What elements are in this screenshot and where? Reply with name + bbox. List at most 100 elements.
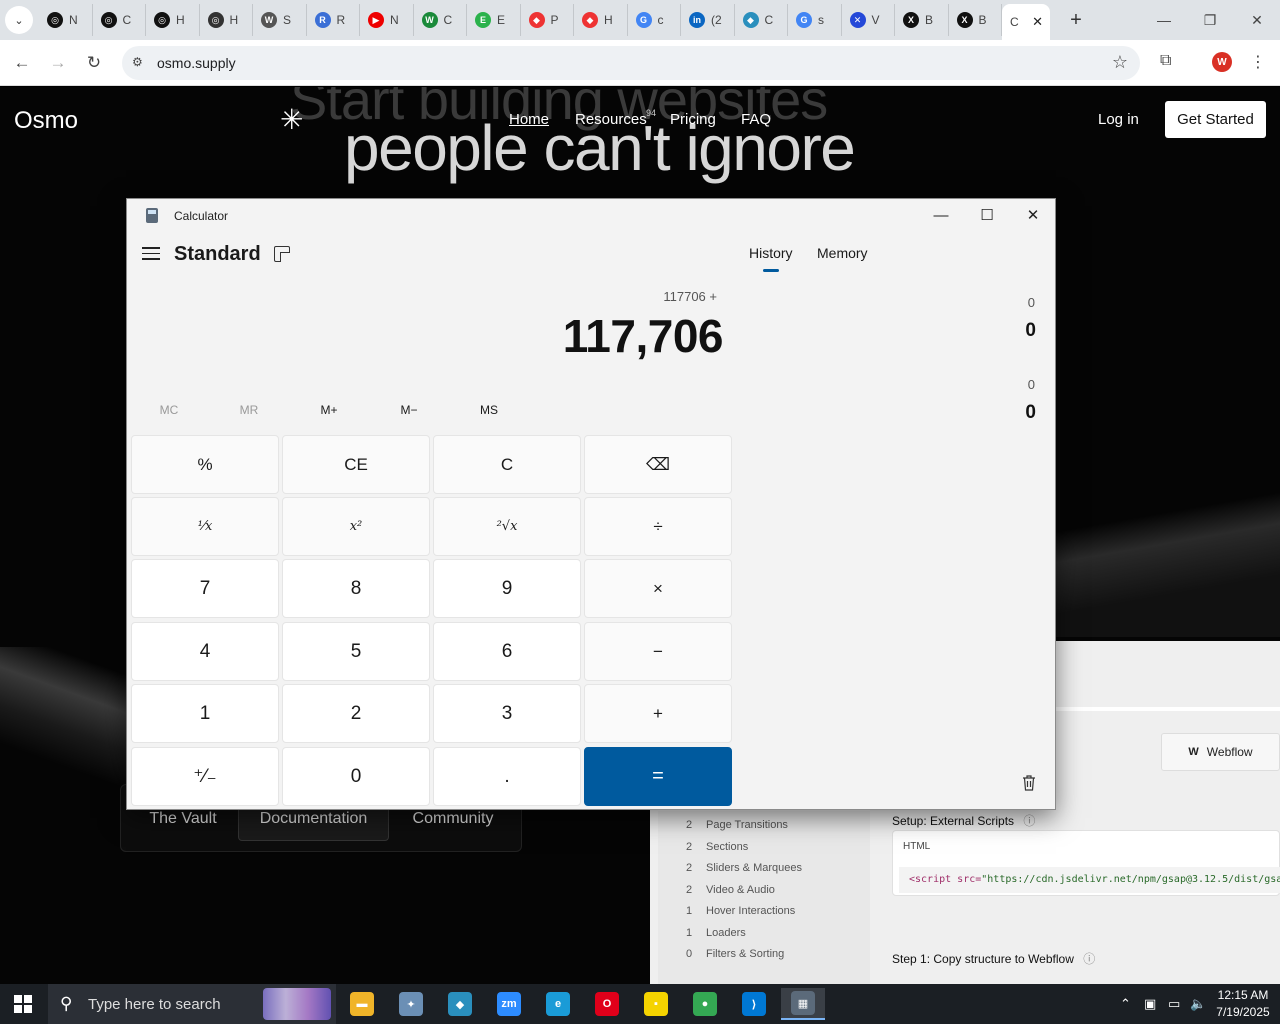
tab-history[interactable]: History <box>749 245 793 261</box>
digit-5-button[interactable]: 5 <box>282 622 430 681</box>
back-button[interactable]: ← <box>8 49 36 77</box>
calculator-titlebar[interactable]: Calculator — ☐ ✕ <box>127 199 1055 231</box>
browser-tab[interactable]: ◆ P <box>521 4 574 36</box>
taskbar-app-zoom[interactable]: zm <box>487 988 531 1020</box>
browser-tab[interactable]: ✕ V <box>842 4 895 36</box>
taskbar-app-chrome[interactable]: ● <box>683 988 727 1020</box>
digit-2-button[interactable]: 2 <box>282 684 430 743</box>
hamburger-menu-icon[interactable] <box>142 247 160 261</box>
backspace-button[interactable]: ⌫ <box>584 435 732 494</box>
doc-category-item[interactable]: 1 Loaders <box>658 927 870 943</box>
bookmark-star-icon[interactable]: ☆ <box>1112 52 1128 73</box>
memory-recall-button[interactable]: MR <box>209 403 289 417</box>
negate-button[interactable]: ⁺⁄₋ <box>131 747 279 806</box>
tab-memory[interactable]: Memory <box>817 245 868 261</box>
taskbar-clock[interactable]: 12:15 AM 7/19/2025 <box>1208 987 1278 1021</box>
decimal-button[interactable]: . <box>433 747 581 806</box>
browser-tab[interactable]: ◎ H <box>146 4 200 36</box>
memory-subtract-button[interactable]: M− <box>369 403 449 417</box>
volume-icon[interactable]: 🔈 <box>1190 996 1206 1012</box>
browser-tab[interactable]: ◎ C <box>93 4 146 36</box>
browser-tab[interactable]: ◎ N <box>39 4 93 36</box>
login-link[interactable]: Log in <box>1098 111 1139 128</box>
profile-avatar[interactable]: W <box>1212 52 1232 72</box>
memory-add-button[interactable]: M+ <box>289 403 369 417</box>
taskbar-app-file-explorer[interactable]: ▬ <box>340 988 384 1020</box>
divide-button[interactable]: ÷ <box>584 497 732 556</box>
browser-tab[interactable]: Gs <box>788 4 842 36</box>
calc-minimize-button[interactable]: — <box>918 199 964 231</box>
browser-tab[interactable]: RR <box>307 4 360 36</box>
digit-9-button[interactable]: 9 <box>433 559 581 618</box>
browser-menu-icon[interactable]: ⋮ <box>1250 52 1266 72</box>
browser-tab[interactable]: EE <box>467 4 521 36</box>
forward-button[interactable]: → <box>44 49 72 77</box>
digit-7-button[interactable]: 7 <box>131 559 279 618</box>
taskbar-app-calculator[interactable]: ▦ <box>781 988 825 1020</box>
multiply-button[interactable]: × <box>584 559 732 618</box>
digit-8-button[interactable]: 8 <box>282 559 430 618</box>
taskbar-app-edge[interactable]: e <box>536 988 580 1020</box>
doc-category-item[interactable]: 2 Page Transitions <box>658 819 870 835</box>
browser-tab[interactable]: WC <box>414 4 467 36</box>
doc-category-item[interactable]: 1 Hover Interactions <box>658 905 870 921</box>
browser-tab[interactable]: WS <box>253 4 307 36</box>
taskbar-search-box[interactable]: ⚲ Type here to search <box>48 984 336 1024</box>
digit-4-button[interactable]: 4 <box>131 622 279 681</box>
nav-pricing[interactable]: Pricing <box>670 111 716 128</box>
security-icon[interactable]: ▣ <box>1144 996 1156 1012</box>
browser-tab[interactable]: ◎ H <box>200 4 253 36</box>
new-tab-button[interactable]: + <box>1062 6 1090 34</box>
browser-tab[interactable]: ◆ C <box>735 4 788 36</box>
address-bar[interactable]: ⚙ osmo.supply ☆ <box>122 46 1140 80</box>
minus-button[interactable]: − <box>584 622 732 681</box>
browser-tab[interactable]: in (2 <box>681 4 735 36</box>
keep-on-top-icon[interactable] <box>274 246 290 262</box>
browser-minimize-button[interactable]: — <box>1141 0 1187 40</box>
browser-tab[interactable]: XB <box>895 4 949 36</box>
nav-home[interactable]: Home <box>509 111 549 128</box>
history-result[interactable]: 0 <box>1025 402 1036 424</box>
extensions-icon[interactable]: ⧉ <box>1160 52 1171 70</box>
memory-clear-button[interactable]: MC <box>129 403 209 417</box>
code-snippet[interactable]: <script src="https://cdn.jsdelivr.net/np… <box>899 867 1280 893</box>
history-expression[interactable]: 0 <box>1028 295 1035 310</box>
webflow-button[interactable]: W Webflow <box>1161 733 1280 771</box>
square-root-button[interactable]: ²√x <box>433 497 581 556</box>
site-logo[interactable]: Osmo <box>14 107 78 135</box>
nav-resources[interactable]: Resources <box>575 111 647 128</box>
browser-tab[interactable]: ◆ H <box>574 4 628 36</box>
windows-start-icon[interactable] <box>14 995 32 1013</box>
browser-tab[interactable]: Gc <box>628 4 681 36</box>
history-result[interactable]: 0 <box>1025 320 1036 342</box>
nav-faq[interactable]: FAQ <box>741 111 771 128</box>
equals-button[interactable]: = <box>584 747 732 806</box>
browser-tab[interactable]: ▶ N <box>360 4 414 36</box>
taskbar-app-app-bird[interactable]: ✦ <box>389 988 433 1020</box>
memory-store-button[interactable]: MS <box>449 403 529 417</box>
reciprocal-button[interactable]: ¹⁄x <box>131 497 279 556</box>
tab-search-button[interactable]: ⌄ <box>5 6 33 34</box>
get-started-button[interactable]: Get Started <box>1165 101 1266 138</box>
clear-button[interactable]: C <box>433 435 581 494</box>
plus-button[interactable]: + <box>584 684 732 743</box>
digit-6-button[interactable]: 6 <box>433 622 581 681</box>
doc-category-item[interactable]: 2 Video & Audio <box>658 884 870 900</box>
calc-maximize-button[interactable]: ☐ <box>964 199 1010 231</box>
browser-close-button[interactable]: ✕ <box>1234 0 1280 40</box>
doc-category-item[interactable]: 0 Filters & Sorting <box>658 948 870 964</box>
digit-3-button[interactable]: 3 <box>433 684 581 743</box>
taskbar-app-opera[interactable]: O <box>585 988 629 1020</box>
site-info-icon[interactable]: ⚙ <box>132 55 148 71</box>
doc-category-item[interactable]: 2 Sliders & Marquees <box>658 862 870 878</box>
taskbar-app-sticky-notes[interactable]: ▪ <box>634 988 678 1020</box>
delete-history-icon[interactable] <box>1022 775 1036 791</box>
clear-entry-button[interactable]: CE <box>282 435 430 494</box>
taskbar-app-app-diamond[interactable]: ◆ <box>438 988 482 1020</box>
reload-button[interactable]: ↻ <box>80 49 108 77</box>
info-icon[interactable]: ⓘ <box>1083 952 1095 966</box>
doc-category-item[interactable]: 2 Sections <box>658 841 870 857</box>
browser-tab-active[interactable]: C ✕ <box>1002 4 1050 40</box>
show-hidden-icons-icon[interactable]: ⌃ <box>1120 996 1131 1012</box>
square-button[interactable]: x² <box>282 497 430 556</box>
